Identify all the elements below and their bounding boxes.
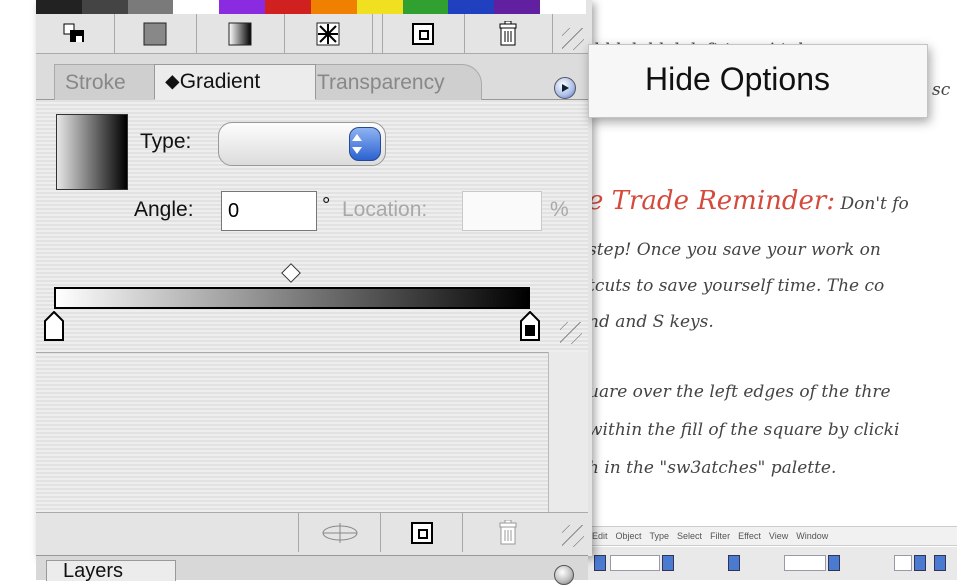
resize-grip[interactable] — [562, 28, 584, 50]
left-gutter — [0, 0, 36, 580]
swatch-chip[interactable] — [173, 0, 220, 14]
menu-select[interactable]: Select — [677, 531, 702, 541]
swatch-chip[interactable] — [494, 0, 541, 14]
mini-tool-icon[interactable] — [728, 555, 740, 571]
menu-view[interactable]: View — [769, 531, 788, 541]
menu-edit[interactable]: Edit — [592, 531, 608, 541]
gradient-slider[interactable] — [54, 287, 530, 309]
document-text-line: within the fill of the square by clicki — [588, 420, 900, 440]
swatches-bottom-bar — [36, 512, 588, 552]
new-swatch-button-bottom[interactable] — [380, 513, 463, 552]
swatch-strip — [36, 0, 586, 14]
resize-grip[interactable] — [560, 322, 582, 344]
menu-object[interactable]: Object — [616, 531, 642, 541]
pattern-icon — [316, 22, 340, 45]
palette-options-button[interactable] — [554, 77, 576, 99]
type-label: Type: — [140, 130, 192, 153]
align-icon — [63, 23, 84, 42]
swatch-chip[interactable] — [219, 0, 266, 14]
swatch-chip[interactable] — [265, 0, 311, 14]
mini-tool-icon[interactable] — [662, 555, 674, 571]
new-item-icon — [412, 22, 434, 45]
mini-tool-icon[interactable] — [914, 555, 926, 571]
swatch-chip[interactable] — [81, 0, 128, 14]
menu-filter[interactable]: Filter — [710, 531, 730, 541]
gradient-preview-swatch[interactable] — [56, 114, 128, 190]
mini-tool-field[interactable] — [610, 555, 660, 571]
document-text-line: step! Once you save your work on — [588, 240, 881, 260]
swatch-libraries-button[interactable] — [298, 513, 381, 552]
gradient-type-select[interactable] — [218, 122, 386, 166]
swatch-chip[interactable] — [127, 0, 174, 14]
mini-tool-icon[interactable] — [828, 555, 840, 571]
swatch-library-icon — [322, 522, 358, 543]
tab-layers[interactable]: Layers — [46, 560, 176, 581]
swatch-chip[interactable] — [448, 0, 495, 14]
gradient-swatch-icon — [228, 22, 252, 45]
mini-tool-field[interactable] — [894, 555, 912, 571]
location-label: Location: — [342, 198, 428, 221]
fill-swatch-icon — [143, 22, 167, 45]
swatch-toolbar — [36, 14, 588, 54]
document-heading: e Trade Reminder: Don't fo — [588, 186, 909, 216]
new-swatch-button[interactable] — [382, 14, 465, 53]
palette-options-menu: Hide Options — [588, 44, 928, 118]
menu-item-hide-options[interactable]: Hide Options — [645, 61, 830, 98]
new-item-icon — [411, 521, 433, 544]
document-heading-tail: Don't fo — [835, 194, 909, 214]
angle-label: Angle: — [134, 198, 194, 221]
layers-options-button[interactable] — [554, 565, 574, 585]
mini-tool-icon[interactable] — [594, 555, 606, 571]
tab-gradient[interactable]: ⬥Gradient — [154, 64, 316, 100]
pattern-swatch-button[interactable] — [284, 14, 373, 53]
delete-swatch-button-bottom[interactable] — [462, 513, 553, 552]
fill-swatch-button[interactable] — [114, 14, 197, 53]
swatch-chip[interactable] — [310, 0, 357, 14]
document-text-line: sc — [932, 80, 951, 100]
swatches-list-pane — [36, 352, 548, 512]
mini-tool-field[interactable] — [784, 555, 826, 571]
percent-symbol: % — [550, 198, 569, 221]
swatch-chip[interactable] — [402, 0, 449, 14]
trash-icon — [499, 519, 517, 544]
swatch-chip[interactable] — [540, 0, 586, 14]
tab-transparency[interactable]: Transparency — [306, 64, 482, 100]
angle-input[interactable] — [221, 191, 317, 231]
play-icon — [562, 84, 569, 92]
swatch-chip[interactable] — [36, 0, 82, 14]
document-text-line: tcuts to save yourself time. The co — [588, 276, 885, 296]
menu-type[interactable]: Type — [650, 531, 670, 541]
up-down-arrows-icon — [352, 134, 362, 154]
layers-palette-header: Layers — [36, 555, 588, 585]
gradient-stop-black[interactable] — [520, 311, 540, 341]
tab-stroke[interactable]: Stroke — [54, 64, 166, 100]
document-heading-text: e Trade Reminder: — [588, 186, 836, 216]
menu-effect[interactable]: Effect — [738, 531, 761, 541]
mini-toolbar — [588, 547, 957, 580]
delete-swatch-button[interactable] — [464, 14, 553, 53]
document-text-line: nd and S keys. — [588, 312, 714, 332]
gradient-swatch-button[interactable] — [196, 14, 285, 53]
document-text-line: uare over the left edges of the thre — [588, 382, 891, 402]
degree-symbol: ° — [322, 194, 331, 217]
palette-tabs: Stroke ⬥Gradient Transparency — [36, 54, 588, 100]
resize-grip[interactable] — [562, 525, 584, 547]
menu-window[interactable]: Window — [796, 531, 828, 541]
location-input[interactable] — [462, 191, 542, 231]
trash-icon — [499, 20, 517, 45]
swatch-chip[interactable] — [356, 0, 403, 14]
document-text-line: h in the "sw3atches" palette. — [588, 458, 837, 478]
scrollbar[interactable] — [548, 352, 588, 512]
gradient-stop-white[interactable] — [44, 311, 64, 341]
select-arrows-icon — [349, 127, 381, 161]
mini-tool-icon[interactable] — [934, 555, 946, 571]
align-button[interactable] — [36, 14, 115, 53]
mini-menubar: Edit Object Type Select Filter Effect Vi… — [588, 526, 957, 546]
